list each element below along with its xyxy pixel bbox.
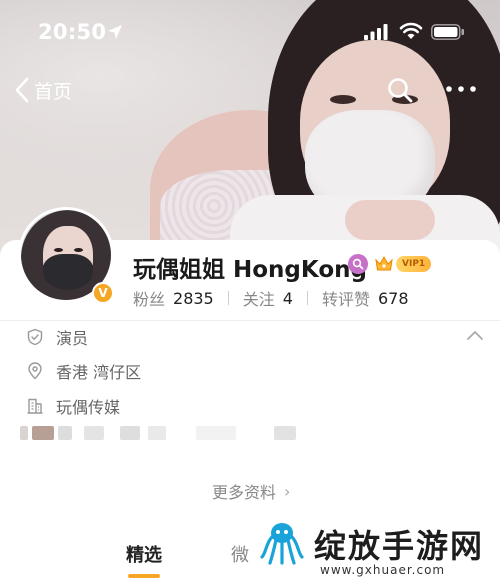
location-pin-icon bbox=[28, 362, 42, 380]
active-tab-indicator bbox=[128, 574, 160, 578]
tab-featured[interactable]: 精选 bbox=[126, 541, 162, 567]
blur-block bbox=[120, 426, 140, 440]
shield-check-icon bbox=[27, 328, 43, 346]
info-location: 香港 湾仔区 bbox=[56, 363, 142, 382]
back-label: 首页 bbox=[34, 80, 73, 103]
section-divider bbox=[0, 320, 500, 321]
stat-value-following[interactable]: 4 bbox=[283, 289, 293, 308]
vip-label: VIP1 bbox=[396, 256, 432, 272]
stat-value-fans[interactable]: 2835 bbox=[173, 289, 214, 308]
more-info-label: 更多资料 bbox=[212, 483, 277, 502]
more-info-link[interactable]: 更多资料 › bbox=[212, 479, 290, 503]
watermark: 绽放手游网 www.gxhuaer.com bbox=[244, 509, 500, 580]
info-location-row: 香港 湾仔区 bbox=[26, 359, 141, 383]
crown-icon bbox=[375, 255, 393, 271]
more-icon[interactable] bbox=[444, 78, 478, 100]
avatar-face-mask bbox=[43, 254, 93, 290]
cover-hand bbox=[345, 200, 435, 240]
blur-block bbox=[20, 426, 28, 440]
info-occupation: 演员 bbox=[56, 329, 89, 348]
blurred-text-row bbox=[20, 426, 310, 440]
blur-block bbox=[274, 426, 296, 440]
stat-divider bbox=[306, 291, 308, 305]
location-arrow-icon bbox=[108, 25, 122, 39]
stat-divider bbox=[227, 291, 229, 305]
back-button[interactable]: 首页 bbox=[14, 76, 72, 104]
info-company-row: 玩偶传媒 bbox=[26, 394, 120, 418]
wifi-icon bbox=[399, 22, 423, 39]
status-bar: 20:50 bbox=[0, 0, 500, 62]
stat-value-engagement[interactable]: 678 bbox=[378, 289, 409, 308]
search-icon[interactable] bbox=[386, 76, 414, 104]
stat-label-engagement[interactable]: 转评赞 bbox=[322, 286, 370, 310]
octopus-logo-icon bbox=[256, 515, 308, 567]
blur-block bbox=[148, 426, 166, 440]
chevron-up-icon[interactable] bbox=[466, 328, 484, 342]
blur-block bbox=[58, 426, 72, 440]
stat-label-fans[interactable]: 粉丝 bbox=[133, 286, 165, 310]
building-icon bbox=[27, 398, 43, 414]
watermark-title: 绽放手游网 bbox=[314, 527, 485, 565]
status-time: 20:50 bbox=[38, 20, 107, 44]
stat-label-following[interactable]: 关注 bbox=[243, 286, 275, 310]
battery-icon bbox=[431, 24, 464, 40]
profile-stats: 粉丝 2835 关注 4 转评赞 678 bbox=[133, 286, 409, 310]
magnifier-icon bbox=[352, 258, 364, 270]
user-badge-icon[interactable] bbox=[348, 254, 368, 274]
vip-badge[interactable]: VIP1 bbox=[374, 254, 432, 274]
signal-icon bbox=[364, 24, 388, 40]
blur-block bbox=[84, 426, 104, 440]
info-company: 玩偶传媒 bbox=[56, 398, 121, 417]
avatar-eye bbox=[74, 248, 83, 252]
watermark-url: www.gxhuaer.com bbox=[320, 563, 446, 577]
verified-badge-icon: V bbox=[92, 282, 114, 304]
chevron-left-icon bbox=[15, 77, 29, 103]
cover-eye bbox=[330, 95, 356, 104]
info-occupation-row: 演员 bbox=[26, 325, 88, 349]
avatar-eye bbox=[54, 248, 63, 252]
blur-block bbox=[196, 426, 236, 440]
chevron-right-icon: › bbox=[284, 481, 291, 501]
profile-name: 玩偶姐姐 HongKong bbox=[133, 257, 367, 283]
blur-block bbox=[32, 426, 54, 440]
